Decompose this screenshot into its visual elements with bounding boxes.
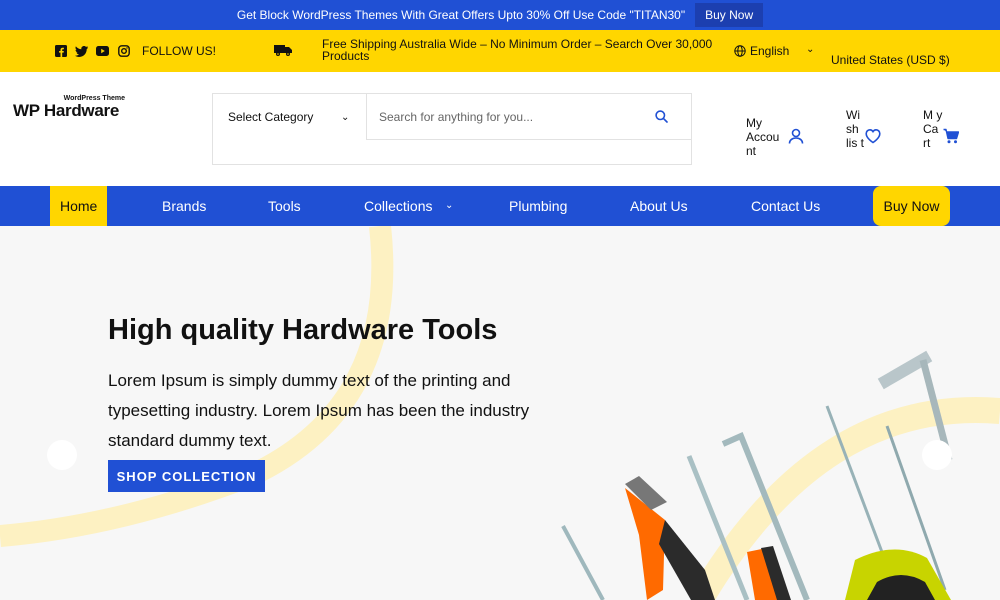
nav-brands[interactable]: Brands — [162, 186, 206, 226]
nav-home[interactable]: Home — [50, 186, 107, 226]
my-cart-link[interactable]: M y Ca rt — [923, 108, 943, 150]
instagram-icon[interactable] — [117, 45, 130, 58]
facebook-icon[interactable] — [54, 45, 67, 58]
nav-about[interactable]: About Us — [630, 186, 688, 226]
my-account-link[interactable]: My Accou nt — [746, 116, 786, 158]
youtube-icon[interactable] — [96, 45, 109, 58]
promo-buy-button[interactable]: Buy Now — [695, 3, 764, 27]
nav-collections[interactable]: Collections — [364, 186, 432, 226]
wishlist-link[interactable]: Wi sh lis t — [846, 108, 864, 150]
globe-icon — [734, 45, 746, 57]
logo-title: WP Hardware — [13, 101, 119, 120]
twitter-icon[interactable] — [75, 45, 88, 58]
hardware-tools-image — [561, 350, 953, 600]
promo-text: Get Block WordPress Themes With Great Of… — [236, 8, 686, 22]
cart-icon[interactable] — [943, 128, 959, 144]
nav-tools[interactable]: Tools — [268, 186, 301, 226]
site-logo[interactable]: WordPress Theme WP Hardware — [13, 95, 125, 120]
search-input[interactable] — [367, 94, 691, 140]
social-links: FOLLOW US! — [54, 44, 216, 58]
nav-buy-now-button[interactable]: Buy Now — [873, 186, 950, 226]
info-bar: FOLLOW US! Free Shipping Australia Wide … — [0, 30, 1000, 72]
heart-icon[interactable] — [865, 128, 881, 144]
category-label: Select Category — [228, 110, 314, 124]
hero-title: High quality Hardware Tools — [108, 314, 498, 346]
currency-selector[interactable]: United States (USD $) — [831, 53, 950, 67]
shipping-info: Free Shipping Australia Wide – No Minimu… — [322, 37, 713, 63]
chevron-down-icon[interactable]: ⌄ — [806, 44, 814, 55]
slider-prev-button[interactable] — [47, 440, 77, 470]
search-icon[interactable] — [655, 110, 668, 123]
nav-contact[interactable]: Contact Us — [751, 186, 820, 226]
truck-icon — [274, 45, 292, 56]
search-area: Select Category ⌄ — [212, 93, 692, 165]
user-icon[interactable] — [788, 128, 804, 144]
main-navigation: Home Brands Tools Collections ⌄ Plumbing… — [0, 186, 1000, 226]
shop-collection-button[interactable]: SHOP COLLECTION — [108, 460, 265, 492]
nav-plumbing[interactable]: Plumbing — [509, 186, 567, 226]
hero-banner: High quality Hardware Tools Lorem Ipsum … — [0, 226, 1000, 600]
follow-us-label: FOLLOW US! — [142, 44, 217, 58]
language-label: English — [750, 44, 790, 58]
promo-bar: Get Block WordPress Themes With Great Of… — [0, 0, 1000, 30]
slider-next-button[interactable] — [922, 440, 952, 470]
language-selector[interactable]: English — [734, 44, 789, 58]
chevron-down-icon[interactable]: ⌄ — [341, 112, 349, 123]
hero-description: Lorem Ipsum is simply dummy text of the … — [108, 371, 530, 450]
chevron-down-icon[interactable]: ⌄ — [445, 186, 453, 226]
